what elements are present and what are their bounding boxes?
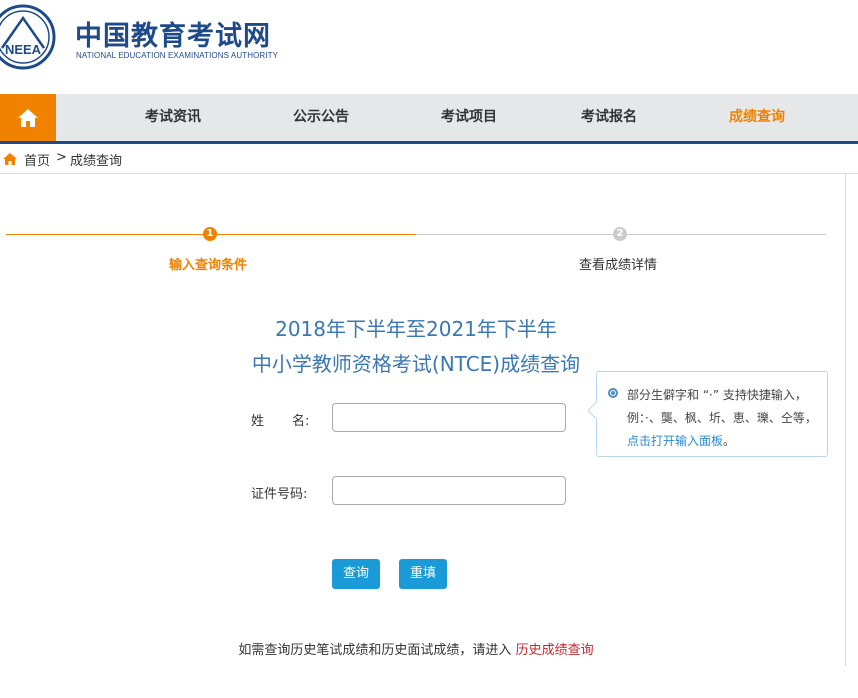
nav-item-exam-registration[interactable]: 考试报名 <box>549 94 669 141</box>
query-button[interactable]: 查询 <box>332 559 380 589</box>
main-nav: 考试资讯 公示公告 考试项目 考试报名 成绩查询 <box>0 94 858 144</box>
query-title-line1: 2018年下半年至2021年下半年 <box>275 317 557 341</box>
history-score-link[interactable]: 历史成绩查询 <box>516 643 594 658</box>
breadcrumb-home-icon <box>3 153 17 165</box>
step-2-label: 查看成绩详情 <box>579 258 658 273</box>
id-number-input[interactable] <box>332 476 566 505</box>
breadcrumb: 首页 > 成绩查询 <box>0 144 858 174</box>
home-icon <box>18 108 38 127</box>
site-header: NEEA 中国教育考试网 NATIONAL EDUCATION EXAMINAT… <box>0 0 858 94</box>
step-1-label: 输入查询条件 <box>169 258 248 273</box>
nav-item-score-query[interactable]: 成绩查询 <box>697 94 817 141</box>
site-subtitle: NATIONAL EDUCATION EXAMINATIONS AUTHORIT… <box>76 51 279 60</box>
name-label-second: 名: <box>292 414 310 429</box>
neea-logo[interactable]: NEEA <box>0 4 56 70</box>
history-note-text: 如需查询历史笔试成绩和历史面试成绩，请进入 <box>238 643 512 658</box>
breadcrumb-home-link[interactable]: 首页 <box>24 150 50 169</box>
tip-arrow <box>587 401 606 420</box>
breadcrumb-separator: > <box>56 150 67 165</box>
nav-item-exam-news[interactable]: 考试资讯 <box>113 94 233 141</box>
logo-text: NEEA <box>5 42 42 57</box>
tip-info-icon <box>608 388 618 398</box>
name-input[interactable] <box>332 403 566 432</box>
reset-button[interactable]: 重填 <box>399 559 447 589</box>
step-1-dot: 1 <box>203 227 217 241</box>
content-right-border <box>845 174 846 666</box>
rare-character-tip: 部分生僻字和 “·” 支持快捷输入，例：·、龑、枫、圻、恵、瓅、仝等，点击打开输… <box>587 371 828 457</box>
nav-item-exam-projects[interactable]: 考试项目 <box>409 94 529 141</box>
nav-home-button[interactable] <box>0 94 56 141</box>
nav-item-announcements[interactable]: 公示公告 <box>261 94 381 141</box>
breadcrumb-current: 成绩查询 <box>70 154 123 169</box>
step-2-dot: 2 <box>613 227 627 241</box>
name-label-first: 姓 <box>251 414 265 429</box>
history-note: 如需查询历史笔试成绩和历史面试成绩，请进入 历史成绩查询 <box>0 639 832 658</box>
id-number-label: 证件号码: <box>251 487 308 502</box>
open-input-panel-link[interactable]: 点击打开输入面板 <box>627 434 723 448</box>
site-title: 中国教育考试网 <box>75 21 271 52</box>
tip-text: 部分生僻字和 “·” 支持快捷输入，例：·、龑、枫、圻、恵、瓅、仝等，点击打开输… <box>627 388 817 448</box>
